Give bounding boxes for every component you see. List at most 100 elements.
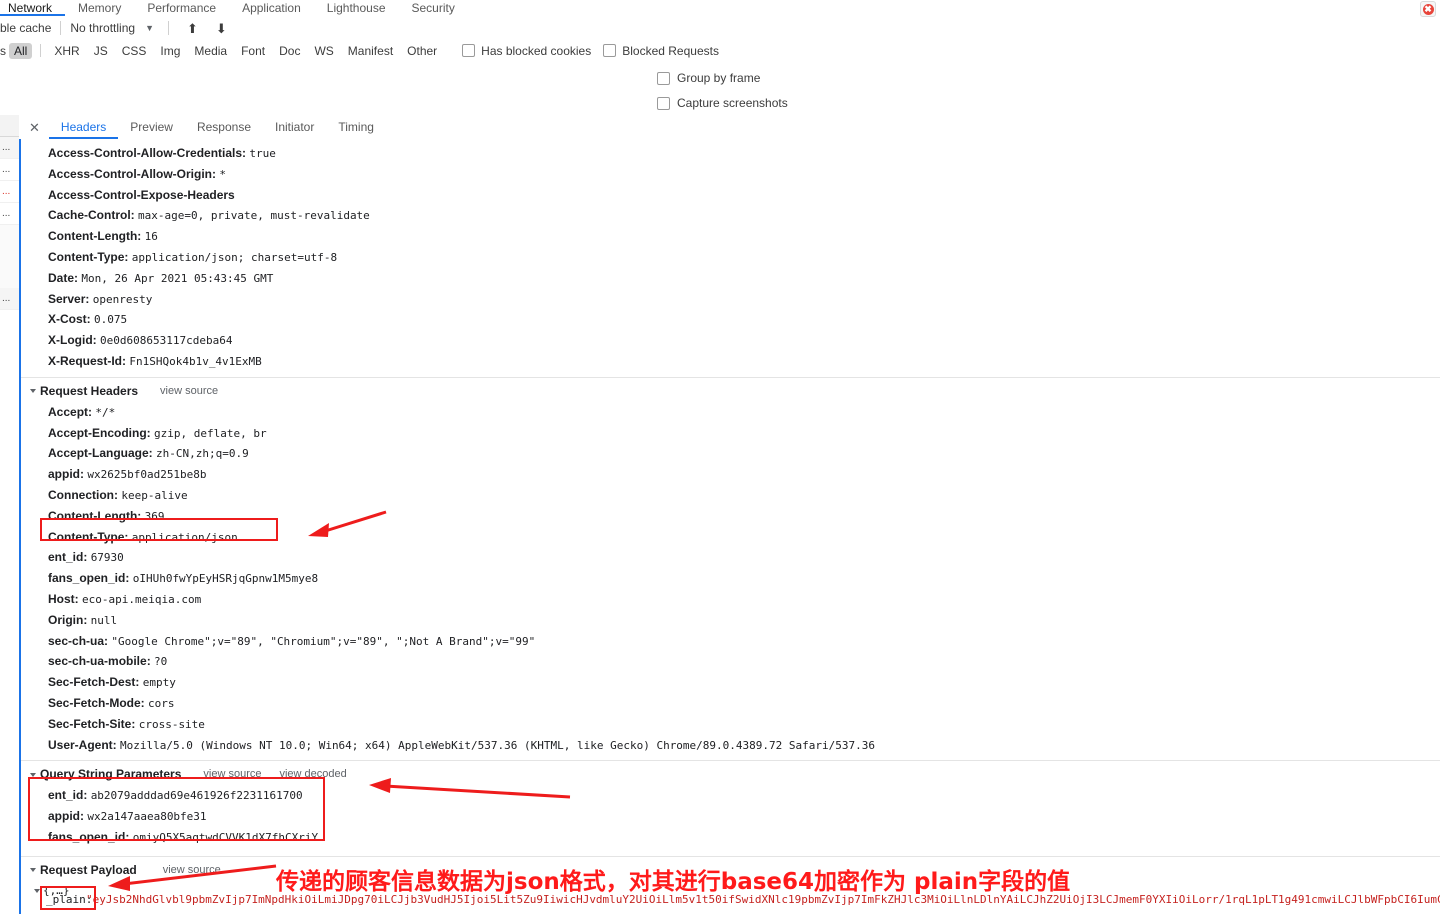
filter-type-ws[interactable]: WS	[307, 44, 340, 58]
has-blocked-cookies-label: Has blocked cookies	[481, 43, 592, 58]
header-row[interactable]: User-Agent: Mozilla/5.0 (Windows NT 10.0…	[21, 735, 1440, 756]
header-row[interactable]: X-Cost: 0.075	[21, 309, 1440, 330]
header-name: X-Cost:	[48, 312, 91, 327]
header-value: *	[219, 167, 226, 181]
header-row[interactable]: fans_open_id: oIHUh0fwYpEyHSRjqGpnw1M5my…	[21, 568, 1440, 589]
query-string-section-title[interactable]: Query String Parameters view source view…	[21, 764, 1440, 785]
header-row[interactable]: Access-Control-Allow-Origin: *	[21, 164, 1440, 185]
header-name: Date:	[48, 270, 79, 285]
header-row[interactable]: Accept-Encoding: gzip, deflate, br	[21, 423, 1440, 444]
list-item[interactable]: ...	[0, 203, 19, 225]
header-value: max-age=0, private, must-revalidate	[138, 209, 370, 223]
tab-initiator[interactable]: Initiator	[263, 116, 326, 139]
group-by-frame-checkbox[interactable]: Group by frame	[657, 71, 760, 85]
request-headers-section-title[interactable]: Request Headers view source	[21, 381, 1440, 402]
filter-type-doc[interactable]: Doc	[272, 44, 307, 58]
tab-timing[interactable]: Timing	[326, 116, 386, 139]
filter-type-font[interactable]: Font	[234, 44, 272, 58]
network-toolbar: ble cache No throttling ▼ ⬆ ⬇	[0, 17, 1440, 39]
list-item[interactable]: ...	[0, 288, 19, 310]
list-item[interactable]: ...	[0, 181, 19, 203]
view-decoded-link[interactable]: view decoded	[279, 764, 346, 785]
header-row[interactable]: Sec-Fetch-Mode: cors	[21, 693, 1440, 714]
request-detail-tabbar: ✕ Headers Preview Response Initiator Tim…	[19, 115, 1440, 140]
panel-tab-performance-label: Performance	[147, 1, 217, 15]
header-row[interactable]: ent_id: 67930	[21, 547, 1440, 568]
error-badge[interactable]: ✖	[1420, 1, 1436, 17]
filter-type-js[interactable]: JS	[87, 44, 115, 58]
panel-tab-application[interactable]: Application	[229, 0, 314, 16]
header-row[interactable]: Origin: null	[21, 610, 1440, 631]
tab-response[interactable]: Response	[185, 116, 263, 139]
chevron-down-icon[interactable]: ▼	[145, 23, 154, 33]
header-value: empty	[142, 676, 176, 690]
filter-type-all[interactable]: All	[9, 42, 33, 59]
header-row[interactable]: Date: Mon, 26 Apr 2021 05:43:45 GMT	[21, 268, 1440, 289]
close-icon[interactable]: ✕	[19, 121, 49, 134]
filter-type-other[interactable]: Other	[400, 44, 444, 58]
view-source-link[interactable]: view source	[160, 381, 218, 402]
panel-tab-security[interactable]: Security	[399, 0, 468, 16]
tab-preview[interactable]: Preview	[118, 116, 185, 139]
header-row[interactable]: X-Logid: 0e0d608653117cdeba64	[21, 330, 1440, 351]
filter-type-xhr[interactable]: XHR	[47, 44, 86, 58]
header-row[interactable]: sec-ch-ua-mobile: ?0	[21, 651, 1440, 672]
query-param-row[interactable]: fans_open_id: omiyQ5X5aqtwdCVVK1dX7fhCXr…	[21, 827, 1440, 848]
triangle-down-icon[interactable]	[30, 868, 36, 873]
header-row[interactable]: Host: eco-api.meiqia.com	[21, 589, 1440, 610]
header-row[interactable]: Content-Length: 16	[21, 226, 1440, 247]
header-row[interactable]: Accept: */*	[21, 402, 1440, 423]
triangle-down-icon[interactable]	[34, 888, 40, 893]
request-list[interactable]: ... ... ... ... ...	[0, 115, 20, 914]
header-value: wx2625bf0ad251be8b	[87, 468, 207, 482]
checkbox-icon	[657, 96, 670, 110]
header-row[interactable]: Connection: keep-alive	[21, 485, 1440, 506]
filter-type-manifest[interactable]: Manifest	[341, 44, 400, 58]
list-item[interactable]: ...	[0, 137, 19, 159]
upload-arrow-icon[interactable]: ⬆	[187, 22, 198, 35]
filter-type-media[interactable]: Media	[187, 44, 234, 58]
header-name: sec-ch-ua-mobile:	[48, 654, 151, 669]
param-name: ent_id:	[48, 788, 88, 803]
header-row-content-type[interactable]: Content-Type: application/json	[21, 527, 1440, 548]
panel-tab-lighthouse[interactable]: Lighthouse	[314, 0, 399, 16]
header-row[interactable]: Server: openresty	[21, 289, 1440, 310]
capture-screenshots-checkbox[interactable]: Capture screenshots	[657, 96, 788, 110]
header-row[interactable]: appid: wx2625bf0ad251be8b	[21, 464, 1440, 485]
header-row[interactable]: Cache-Control: max-age=0, private, must-…	[21, 205, 1440, 226]
panel-tab-performance[interactable]: Performance	[134, 0, 229, 16]
header-row[interactable]: Accept-Language: zh-CN,zh;q=0.9	[21, 443, 1440, 464]
has-blocked-cookies-checkbox[interactable]: Has blocked cookies	[462, 44, 591, 58]
disable-cache-label[interactable]: ble cache	[0, 21, 51, 35]
checkbox-icon	[657, 71, 670, 85]
header-name: Content-Type:	[48, 529, 129, 544]
header-value: Mon, 26 Apr 2021 05:43:45 GMT	[81, 271, 274, 285]
blocked-requests-checkbox[interactable]: Blocked Requests	[603, 44, 719, 58]
header-row[interactable]: Access-Control-Expose-Headers	[21, 185, 1440, 206]
header-name: Access-Control-Allow-Credentials:	[48, 146, 247, 160]
header-row[interactable]: Sec-Fetch-Site: cross-site	[21, 714, 1440, 735]
section-label: Query String Parameters	[40, 767, 182, 782]
header-row[interactable]: Content-Length: 369	[21, 506, 1440, 527]
tab-headers[interactable]: Headers	[49, 116, 118, 139]
header-name: X-Logid:	[48, 333, 97, 348]
header-row[interactable]: Sec-Fetch-Dest: empty	[21, 672, 1440, 693]
view-source-link[interactable]: view source	[203, 764, 261, 785]
panel-tab-network[interactable]: Network	[0, 0, 65, 16]
filter-type-css[interactable]: CSS	[115, 44, 154, 58]
header-row[interactable]: Access-Control-Allow-Credentials: true	[21, 143, 1440, 164]
triangle-down-icon[interactable]	[30, 389, 36, 394]
download-arrow-icon[interactable]: ⬇	[216, 22, 227, 35]
triangle-down-icon[interactable]	[30, 772, 36, 777]
query-param-row[interactable]: appid: wx2a147aaea80bfe31	[21, 806, 1440, 827]
panel-tab-memory[interactable]: Memory	[65, 0, 134, 16]
list-item[interactable]: ...	[0, 159, 19, 181]
header-row[interactable]: sec-ch-ua: "Google Chrome";v="89", "Chro…	[21, 631, 1440, 652]
header-name: Sec-Fetch-Dest:	[48, 675, 140, 690]
header-row[interactable]: X-Request-Id: Fn1SHQok4b1v_4v1ExMB	[21, 351, 1440, 372]
view-source-link[interactable]: view source	[163, 860, 221, 881]
query-param-row[interactable]: ent_id: ab2079adddad69e461926f2231161700	[21, 785, 1440, 806]
filter-type-img[interactable]: Img	[153, 44, 187, 58]
throttling-select[interactable]: No throttling	[70, 21, 135, 35]
header-row[interactable]: Content-Type: application/json; charset=…	[21, 247, 1440, 268]
